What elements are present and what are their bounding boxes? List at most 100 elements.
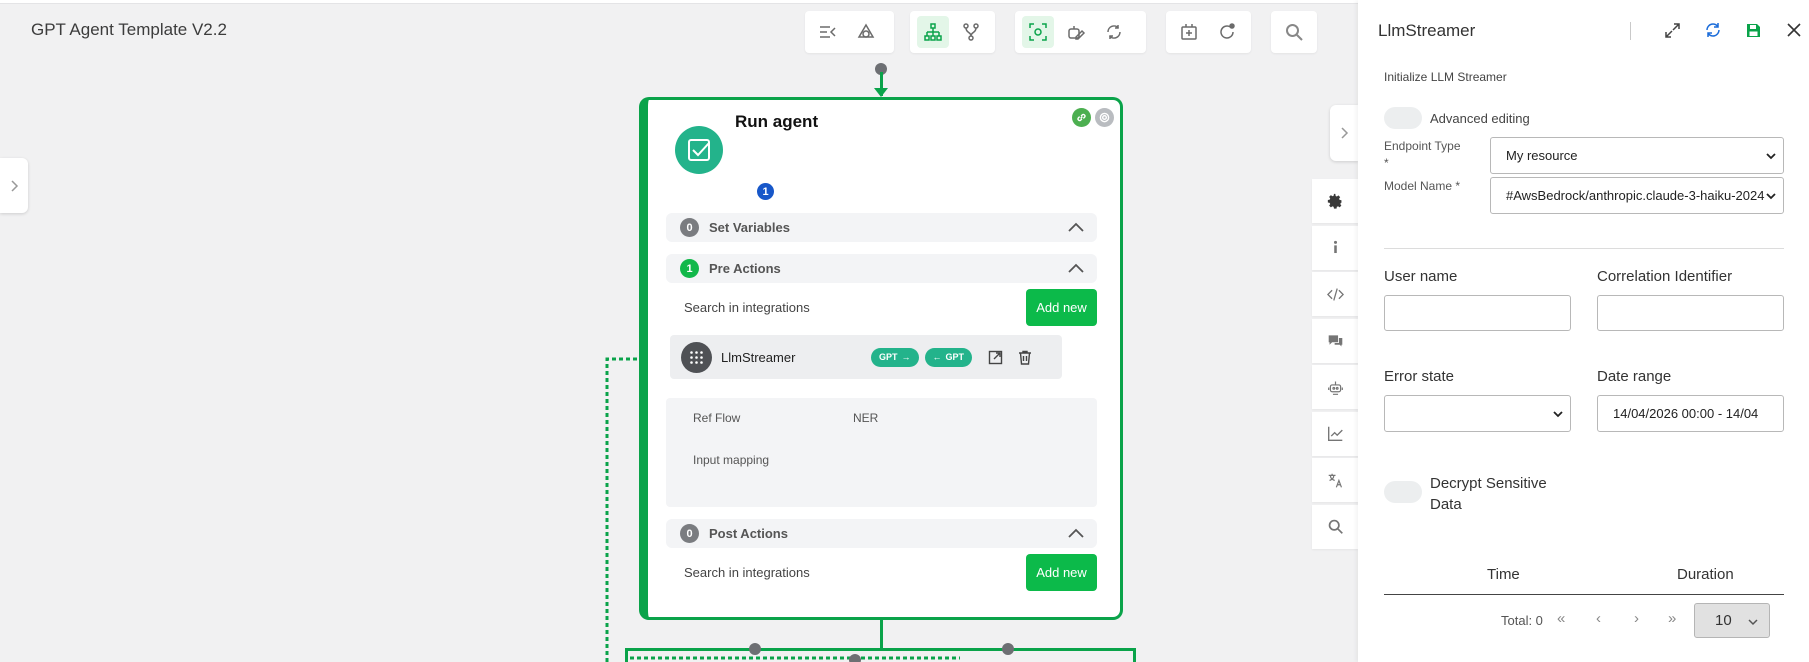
branch-button[interactable] <box>955 16 987 48</box>
chevron-up-icon[interactable] <box>1067 525 1085 543</box>
tab-analytics[interactable] <box>1312 411 1358 456</box>
chevron-right-icon <box>1341 127 1349 139</box>
expand-icon <box>1664 22 1680 38</box>
translate-icon <box>1328 473 1342 488</box>
tab-code[interactable] <box>1312 272 1358 316</box>
history-button[interactable] <box>1211 16 1243 48</box>
correlation-label: Correlation Identifier <box>1597 268 1733 285</box>
close-panel-button[interactable] <box>1783 19 1805 41</box>
date-range-input[interactable]: 14/04/2026 00:00 - 14/04 <box>1597 395 1784 432</box>
correlation-input[interactable] <box>1597 295 1784 331</box>
date-range-label: Date range <box>1597 368 1672 385</box>
connector-branch-line <box>625 648 1136 651</box>
gpt-output-pill[interactable]: GPT → <box>871 347 919 367</box>
delete-integration-button[interactable] <box>1012 344 1038 370</box>
input-mapping-label[interactable]: Input mapping <box>693 453 769 467</box>
pre-actions-add-new-button[interactable]: Add new <box>1026 289 1097 326</box>
chevron-up-icon[interactable] <box>1067 260 1085 278</box>
save-panel-button[interactable] <box>1742 19 1764 41</box>
page-size-value: 10 <box>1715 612 1732 629</box>
collapse-menu-button[interactable] <box>812 16 844 48</box>
model-name-value: #AwsBedrock/anthropic.claude-3-haiku-202… <box>1506 188 1765 203</box>
ai-scan-button[interactable] <box>1022 16 1054 48</box>
error-state-select[interactable] <box>1384 395 1571 432</box>
shape-button[interactable] <box>850 16 882 48</box>
right-panel-toggle[interactable] <box>1330 105 1358 161</box>
section-post-actions[interactable]: 0 Post Actions <box>666 519 1097 548</box>
set-variables-count: 0 <box>680 218 699 237</box>
toolbar-group-view <box>805 11 894 53</box>
tree-layout-button[interactable] <box>917 16 949 48</box>
integration-item-llmstreamer[interactable]: LlmStreamer GPT → ← GPT <box>670 335 1062 379</box>
expand-panel-button[interactable] <box>1661 19 1683 41</box>
chevron-up-icon[interactable] <box>1067 219 1085 237</box>
robot-edit-button[interactable] <box>1060 16 1092 48</box>
last-page-button[interactable]: » <box>1668 610 1676 627</box>
pre-actions-search-row: Search in integrations Add new <box>666 289 1097 326</box>
post-actions-add-new-button[interactable]: Add new <box>1026 554 1097 591</box>
model-name-select[interactable]: #AwsBedrock/anthropic.claude-3-haiku-202… <box>1490 177 1784 214</box>
pre-actions-search-input[interactable]: Search in integrations <box>666 300 1026 315</box>
ref-flow-value[interactable]: NER <box>853 411 878 425</box>
app-title: GPT Agent Template V2.2 <box>31 20 227 39</box>
node-settings-icon[interactable] <box>1095 108 1114 127</box>
search-icon <box>1286 24 1303 41</box>
section-pre-actions[interactable]: 1 Pre Actions <box>666 254 1097 283</box>
left-panel-toggle[interactable] <box>0 158 28 213</box>
toolbar-group-layout <box>910 11 995 53</box>
canvas-search-button[interactable] <box>1278 16 1310 48</box>
connector-dot-1[interactable] <box>749 643 761 655</box>
next-page-button[interactable]: › <box>1634 610 1639 627</box>
decrypt-toggle[interactable] <box>1384 481 1422 503</box>
prev-page-button[interactable]: ‹ <box>1596 610 1601 627</box>
chat-icon <box>1328 335 1342 347</box>
post-actions-count: 0 <box>680 524 699 543</box>
gpt-input-pill[interactable]: ← GPT <box>924 347 973 367</box>
properties-panel <box>1358 0 1809 662</box>
table-header-duration[interactable]: Duration <box>1677 566 1734 583</box>
node-title: Run agent <box>735 112 819 131</box>
close-icon <box>1787 23 1801 37</box>
connector-line-bottom <box>880 620 883 648</box>
endpoint-type-select[interactable]: My resource <box>1490 137 1784 174</box>
section-set-variables[interactable]: 0 Set Variables <box>666 213 1097 242</box>
menu-collapse-icon <box>820 26 836 38</box>
tab-robot[interactable] <box>1312 365 1358 409</box>
post-actions-label: Post Actions <box>709 526 788 541</box>
external-link-icon <box>988 350 1002 364</box>
advanced-editing-toggle[interactable] <box>1384 107 1422 129</box>
add-node-button[interactable] <box>1173 16 1205 48</box>
refresh-flow-button[interactable] <box>1098 16 1130 48</box>
tab-search[interactable] <box>1312 504 1358 549</box>
toolbar-group-search <box>1271 11 1317 53</box>
connector-dot-2[interactable] <box>849 654 861 662</box>
panel-header-divider <box>1630 22 1631 40</box>
tab-info[interactable] <box>1312 225 1358 270</box>
page-size-select[interactable]: 10 <box>1694 603 1770 638</box>
refresh-icon <box>1107 25 1121 39</box>
endpoint-type-value: My resource <box>1506 148 1578 163</box>
chevron-down-icon <box>1552 408 1564 420</box>
link-icon[interactable] <box>1072 108 1091 127</box>
tab-translate[interactable] <box>1312 458 1358 502</box>
table-header-divider <box>1384 594 1784 595</box>
endpoint-type-label: Endpoint Type * <box>1384 139 1461 170</box>
connector-dot-3[interactable] <box>1002 643 1014 655</box>
history-icon <box>1220 23 1235 39</box>
grid-dots-icon <box>681 341 712 373</box>
post-actions-search-input[interactable]: Search in integrations <box>666 565 1026 580</box>
table-header-time[interactable]: Time <box>1487 566 1520 583</box>
gear-icon <box>1327 193 1341 209</box>
user-name-input[interactable] <box>1384 295 1571 331</box>
task-check-icon <box>675 126 723 174</box>
decrypt-label: Decrypt Sensitive Data <box>1430 475 1547 513</box>
toolbar-group-tools <box>1015 11 1146 53</box>
open-integration-button[interactable] <box>982 344 1008 370</box>
tab-comments[interactable] <box>1312 318 1358 363</box>
tab-settings[interactable] <box>1312 179 1358 223</box>
first-page-button[interactable]: « <box>1557 610 1565 627</box>
user-name-label: User name <box>1384 268 1458 285</box>
reload-panel-button[interactable] <box>1702 19 1724 41</box>
arrow-left-icon: ← <box>932 352 942 362</box>
info-icon <box>1333 240 1337 254</box>
